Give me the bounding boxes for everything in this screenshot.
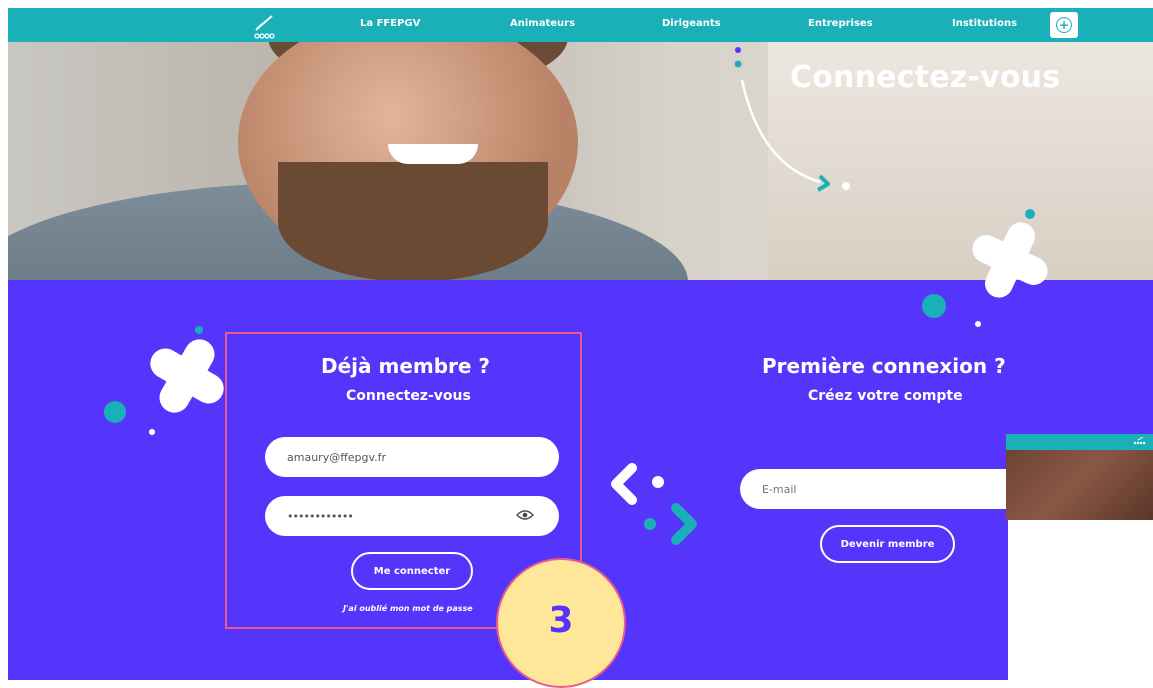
nav-item-entreprises[interactable]: Entreprises	[808, 18, 873, 29]
screenshot-thumbnail	[1006, 434, 1153, 520]
arrow-decoration-icon	[734, 47, 850, 192]
nav-item-ffepgv[interactable]: La FFEPGV	[360, 18, 420, 29]
dot-decoration-icon	[922, 294, 946, 318]
plus-button[interactable]: +	[1050, 12, 1078, 38]
password-field[interactable]	[265, 496, 559, 536]
plus-circle-icon: +	[1056, 17, 1072, 33]
eye-icon[interactable]	[516, 509, 534, 521]
forgot-password-link[interactable]: J'ai oublié mon mot de passe	[343, 604, 473, 613]
cross-decoration-icon	[104, 326, 224, 435]
top-nav: La FFEPGV Animateurs Dirigeants Entrepri…	[8, 8, 1153, 42]
signup-email-field[interactable]	[740, 469, 1010, 509]
login-subheading: Connectez-vous	[346, 388, 471, 404]
become-member-button[interactable]: Devenir membre	[820, 525, 955, 563]
page-frame: La FFEPGV Animateurs Dirigeants Entrepri…	[0, 0, 1153, 688]
signup-subheading: Créez votre compte	[808, 388, 963, 404]
login-button[interactable]: Me connecter	[351, 552, 473, 590]
nav-item-institutions[interactable]: Institutions	[952, 18, 1017, 29]
cross-decoration-icon	[940, 209, 1048, 327]
step-badge: 3	[496, 558, 626, 688]
signup-heading: Première connexion ?	[762, 354, 1006, 378]
chevron-decoration-icon	[611, 463, 697, 545]
logo-icon[interactable]	[250, 12, 280, 40]
login-heading: Déjà membre ?	[321, 354, 491, 378]
step-number: 3	[548, 600, 574, 641]
logo-icon	[1133, 437, 1146, 445]
nav-item-dirigeants[interactable]: Dirigeants	[662, 18, 721, 29]
nav-item-animateurs[interactable]: Animateurs	[510, 18, 575, 29]
email-field[interactable]	[265, 437, 559, 477]
